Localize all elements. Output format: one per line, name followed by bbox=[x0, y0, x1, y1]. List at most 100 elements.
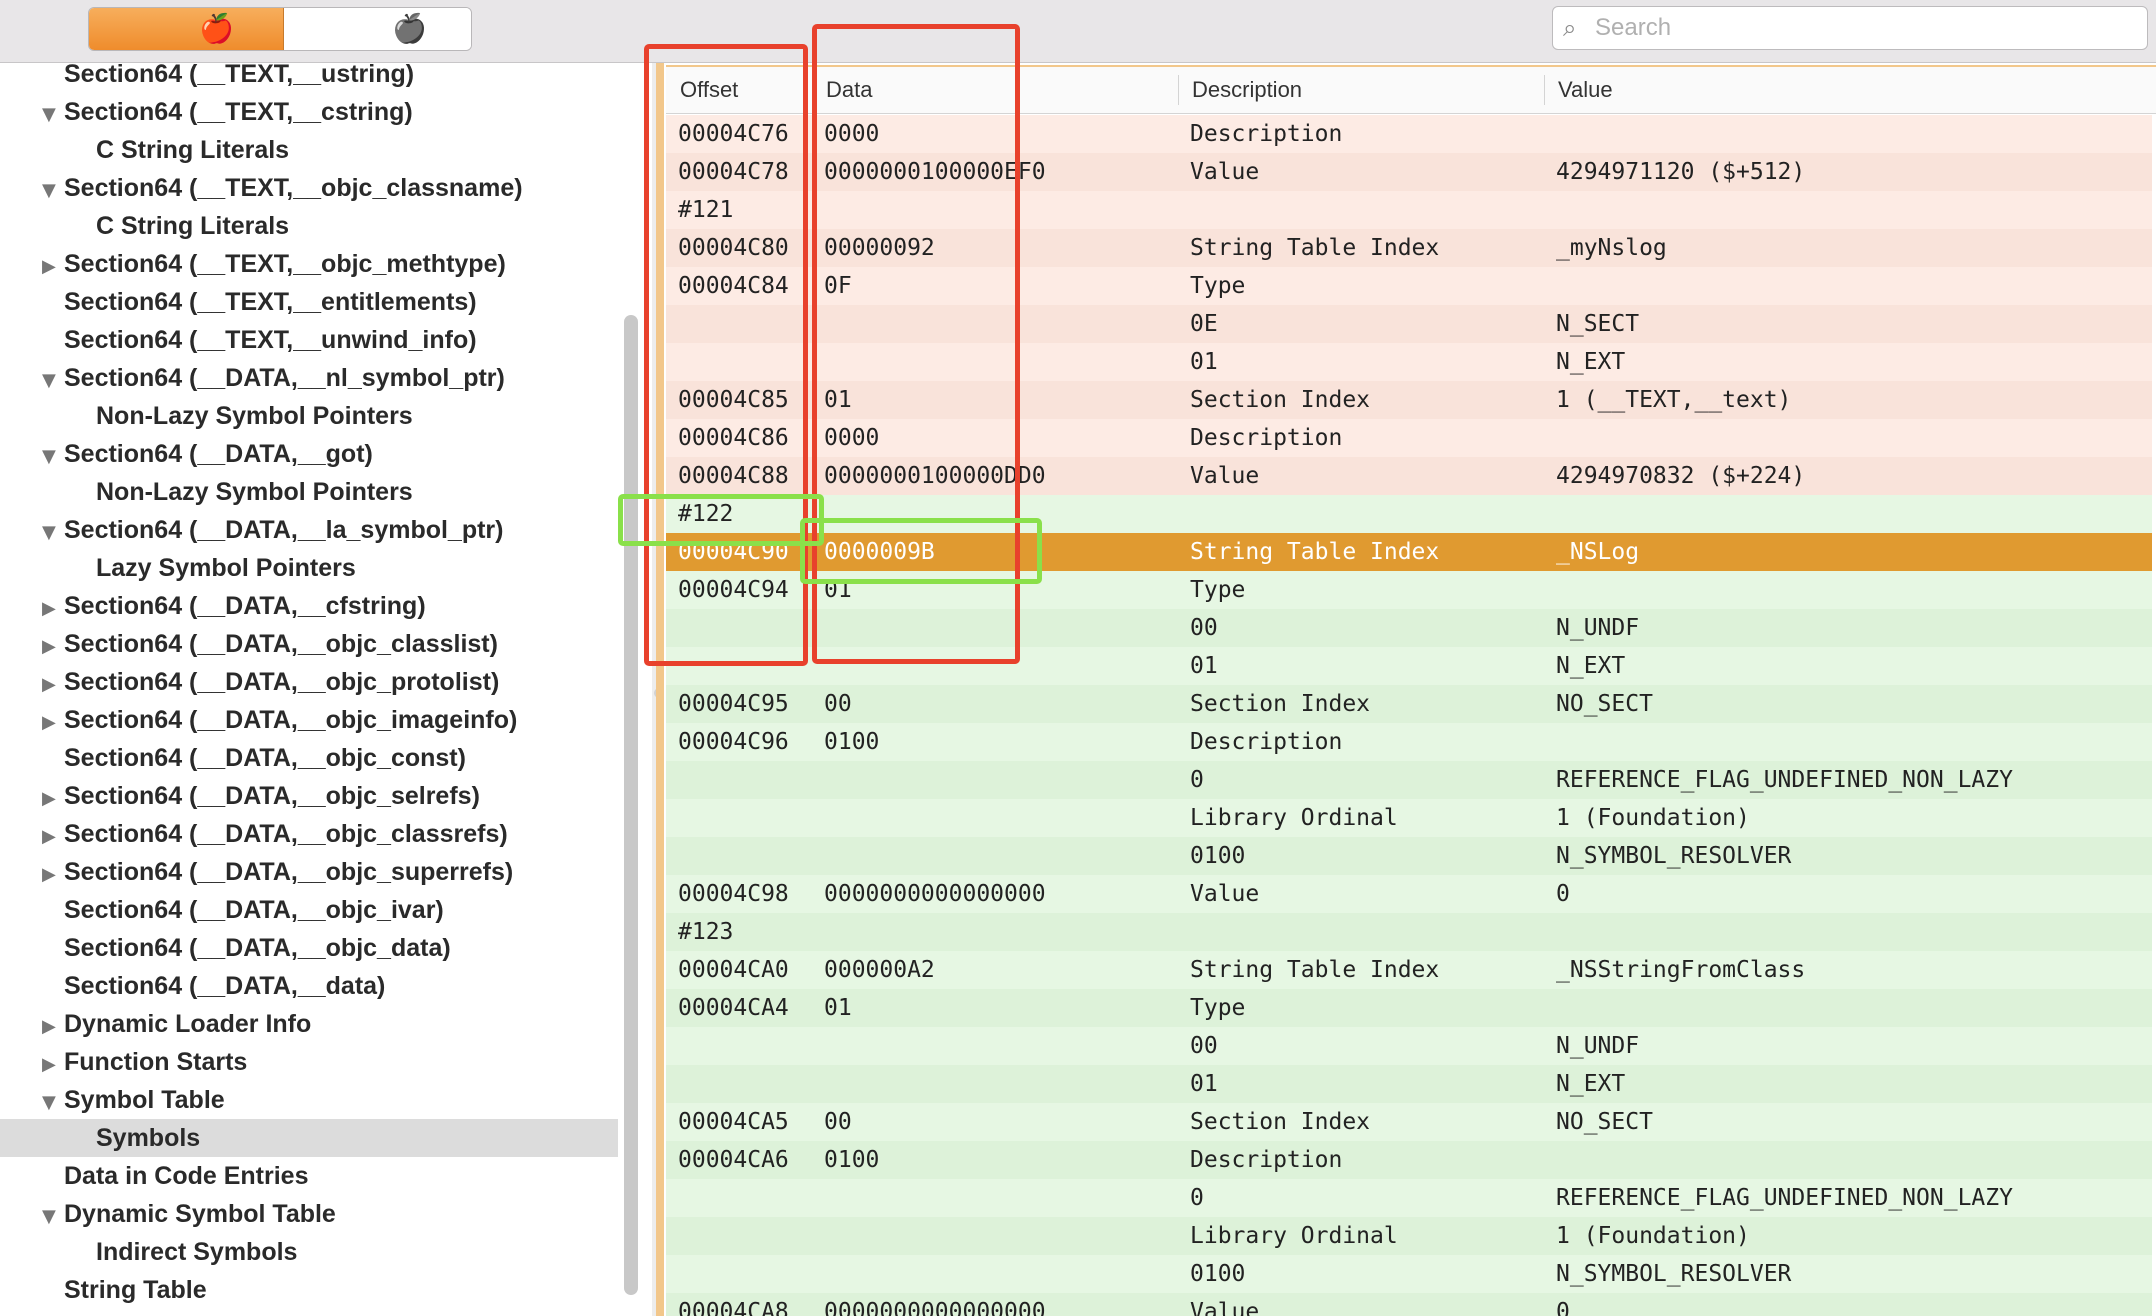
table-row[interactable]: 00004C94 01 Type bbox=[666, 571, 2152, 609]
sidebar-item[interactable]: ▼ Section64 (__DATA,__la_symbol_ptr) bbox=[42, 511, 618, 549]
cell-value: N_SYMBOL_RESOLVER bbox=[1556, 1261, 1792, 1287]
symbol-index-row[interactable]: #121 bbox=[666, 191, 2152, 229]
sidebar-item[interactable]: ▶ Dynamic Loader Info bbox=[42, 1005, 618, 1043]
table-row[interactable]: 00004C78 0000000100000EF0 Value 4294971120 … bbox=[666, 153, 2152, 193]
disclosure-closed-icon[interactable]: ▶ bbox=[42, 780, 64, 818]
sidebar-item[interactable]: ▶ Section64 (__DATA,__objc_selrefs) bbox=[42, 777, 618, 815]
disclosure-open-icon[interactable]: ▼ bbox=[42, 362, 64, 400]
segment-rva[interactable]: 🍎 bbox=[284, 8, 471, 50]
table-row[interactable]: 0E N_SECT bbox=[666, 305, 2152, 343]
sidebar-item[interactable]: ▶ Section64 (__DATA,__objc_protolist) bbox=[42, 663, 618, 701]
sidebar-item[interactable]: ▶ Section64 (__DATA,__objc_superrefs) bbox=[42, 853, 618, 891]
table-row[interactable]: 00004C98 0000000000000000 Value 0 bbox=[666, 875, 2152, 915]
disclosure-closed-icon[interactable]: ▶ bbox=[42, 1008, 64, 1046]
sidebar-item[interactable]: Indirect Symbols bbox=[96, 1233, 618, 1271]
cell-description: 0 bbox=[1190, 1185, 1204, 1211]
disclosure-closed-icon[interactable]: ▶ bbox=[42, 590, 64, 628]
col-header-offset[interactable]: Offset bbox=[680, 77, 738, 103]
table-row[interactable]: 00 N_UNDF bbox=[666, 1027, 2152, 1065]
disclosure-closed-icon[interactable]: ▶ bbox=[42, 1046, 64, 1084]
sidebar-item[interactable]: ▶ Section64 (__DATA,__cfstring) bbox=[42, 587, 618, 625]
view-segmented-control[interactable]: 🍎 🍎 bbox=[88, 7, 472, 51]
sidebar-item[interactable]: ▼ Section64 (__TEXT,__objc_classname) bbox=[42, 169, 618, 207]
table-row[interactable]: 00004C96 0100 Description bbox=[666, 723, 2152, 761]
table-row[interactable]: Library Ordinal 1 (Foundation) bbox=[666, 1217, 2152, 1255]
sidebar-item[interactable]: ▶ Section64 (__DATA,__objc_imageinfo) bbox=[42, 701, 618, 739]
sidebar-item[interactable]: ▼ Section64 (__DATA,__nl_symbol_ptr) bbox=[42, 359, 618, 397]
search-input[interactable] bbox=[1593, 11, 2137, 45]
disclosure-closed-icon[interactable]: ▶ bbox=[42, 818, 64, 856]
disclosure-closed-icon[interactable]: ▶ bbox=[42, 856, 64, 894]
sidebar-item[interactable]: Section64 (__TEXT,__entitlements) bbox=[42, 283, 618, 321]
disclosure-open-icon[interactable]: ▼ bbox=[42, 1198, 64, 1236]
sidebar-item[interactable]: Data in Code Entries bbox=[42, 1157, 618, 1195]
table-row[interactable]: 00004C85 01 Section Index 1 (__TEXT,__text) bbox=[666, 381, 2152, 419]
sidebar-item[interactable]: ▶ Section64 (__TEXT,__objc_methtype) bbox=[42, 245, 618, 283]
table-row[interactable]: 00004CA6 0100 Description bbox=[666, 1141, 2152, 1179]
sidebar-scrollbar[interactable] bbox=[624, 315, 638, 1295]
sidebar-item[interactable]: Non-Lazy Symbol Pointers bbox=[96, 397, 618, 435]
table-row[interactable]: 00004CA8 0000000000000000 Value 0 bbox=[666, 1293, 2152, 1316]
sidebar-item[interactable]: ▶ Section64 (__DATA,__objc_classlist) bbox=[42, 625, 618, 663]
table-row[interactable]: 00004C88 0000000100000DD0 Value 4294970832 … bbox=[666, 457, 2152, 497]
segment-raw[interactable]: 🍎 bbox=[89, 8, 284, 50]
symbol-index-row[interactable]: #122 bbox=[666, 495, 2152, 533]
cell-value: _NSStringFromClass bbox=[1556, 957, 1806, 983]
table-row[interactable]: 00004C90 0000009B String Table Index _NSLog bbox=[666, 533, 2152, 571]
symbol-index-row[interactable]: #123 bbox=[666, 913, 2152, 951]
disclosure-open-icon[interactable]: ▼ bbox=[42, 514, 64, 552]
sidebar-item[interactable]: Section64 (__TEXT,__unwind_info) bbox=[42, 321, 618, 359]
table-row[interactable]: Library Ordinal 1 (Foundation) bbox=[666, 799, 2152, 837]
sidebar-item[interactable]: ▼ Symbol Table bbox=[42, 1081, 618, 1119]
sidebar-item[interactable]: Non-Lazy Symbol Pointers bbox=[96, 473, 618, 511]
disclosure-closed-icon[interactable]: ▶ bbox=[42, 248, 64, 286]
disclosure-open-icon[interactable]: ▼ bbox=[42, 1084, 64, 1122]
cell-description: Type bbox=[1190, 273, 1246, 299]
sidebar-item[interactable]: C String Literals bbox=[96, 207, 618, 245]
disclosure-closed-icon[interactable]: ▶ bbox=[42, 704, 64, 742]
table-row[interactable]: 00004CA0 000000A2 String Table Index _NSStr… bbox=[666, 951, 2152, 989]
disclosure-closed-icon[interactable]: ▶ bbox=[42, 628, 64, 666]
disclosure-open-icon[interactable]: ▼ bbox=[42, 438, 64, 476]
table-row[interactable]: 0 REFERENCE_FLAG_UNDEFINED_NON_LAZY bbox=[666, 1179, 2152, 1217]
sidebar-item[interactable]: Section64 (__DATA,__objc_const) bbox=[42, 739, 618, 777]
table-row[interactable]: 01 N_EXT bbox=[666, 343, 2152, 381]
disclosure-open-icon[interactable]: ▼ bbox=[42, 96, 64, 134]
cell-offset: 00004C78 bbox=[678, 159, 789, 185]
sidebar-item[interactable]: Symbols bbox=[0, 1119, 618, 1157]
table-row[interactable]: 00004C86 0000 Description bbox=[666, 419, 2152, 457]
sidebar-item[interactable]: Section64 (__DATA,__objc_ivar) bbox=[42, 891, 618, 929]
sidebar-item-label: Section64 (__DATA,__objc_protolist) bbox=[64, 668, 500, 696]
cell-offset: 00004C80 bbox=[678, 235, 789, 261]
table-row[interactable]: 00004C76 0000 Description bbox=[666, 115, 2152, 153]
table-row[interactable]: 01 N_EXT bbox=[666, 1065, 2152, 1103]
sidebar-item[interactable]: ▶ Section64 (__DATA,__objc_classrefs) bbox=[42, 815, 618, 853]
table-row[interactable]: 00004C80 00000092 String Table Index _myNsl… bbox=[666, 229, 2152, 267]
sidebar-item[interactable]: ▼ Dynamic Symbol Table bbox=[42, 1195, 618, 1233]
table-row[interactable]: 0100 N_SYMBOL_RESOLVER bbox=[666, 837, 2152, 875]
sidebar-item[interactable]: C String Literals bbox=[96, 131, 618, 169]
table-row[interactable]: 00004CA4 01 Type bbox=[666, 989, 2152, 1027]
sidebar-item[interactable]: ▶ Function Starts bbox=[42, 1043, 618, 1081]
sidebar-item[interactable]: Section64 (__DATA,__data) bbox=[42, 967, 618, 1005]
sidebar-item[interactable]: String Table bbox=[42, 1271, 618, 1309]
col-header-description[interactable]: Description bbox=[1192, 77, 1302, 103]
search-box[interactable]: ⌕ bbox=[1552, 6, 2148, 50]
sidebar-item[interactable]: Section64 (__TEXT,__ustring) bbox=[42, 63, 618, 93]
table-row[interactable]: 00004CA5 00 Section Index NO_SECT bbox=[666, 1103, 2152, 1141]
table-row[interactable]: 00004C84 0F Type bbox=[666, 267, 2152, 305]
sidebar-item[interactable]: Section64 (__DATA,__objc_data) bbox=[42, 929, 618, 967]
col-header-data[interactable]: Data bbox=[826, 77, 872, 103]
table-row[interactable]: 0 REFERENCE_FLAG_UNDEFINED_NON_LAZY bbox=[666, 761, 2152, 799]
col-header-value[interactable]: Value bbox=[1558, 77, 1613, 103]
sidebar-item[interactable]: Lazy Symbol Pointers bbox=[96, 549, 618, 587]
table-row[interactable]: 01 N_EXT bbox=[666, 647, 2152, 685]
sidebar-item[interactable]: ▼ Section64 (__TEXT,__cstring) bbox=[42, 93, 618, 131]
disclosure-open-icon[interactable]: ▼ bbox=[42, 172, 64, 210]
cell-value: NO_SECT bbox=[1556, 1109, 1653, 1135]
sidebar-item[interactable]: ▼ Section64 (__DATA,__got) bbox=[42, 435, 618, 473]
table-row[interactable]: 00004C95 00 Section Index NO_SECT bbox=[666, 685, 2152, 723]
table-row[interactable]: 00 N_UNDF bbox=[666, 609, 2152, 647]
disclosure-closed-icon[interactable]: ▶ bbox=[42, 666, 64, 704]
table-row[interactable]: 0100 N_SYMBOL_RESOLVER bbox=[666, 1255, 2152, 1293]
